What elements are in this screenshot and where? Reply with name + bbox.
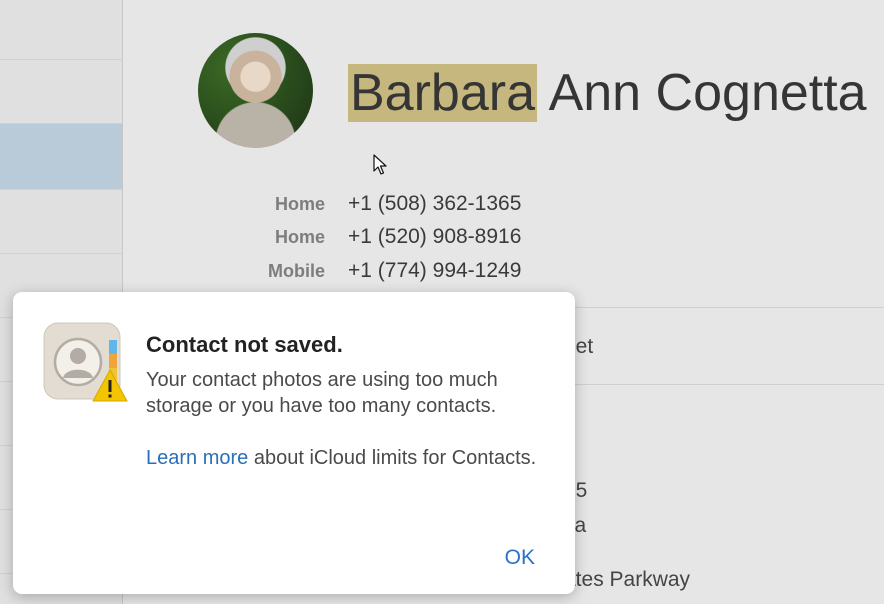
section-divider [563,307,884,308]
phone-row: Mobile +1 (774) 994-1249 [123,256,884,286]
limits-text: about iCloud limits for Contacts. [248,447,537,469]
phone-label: Home [274,194,325,214]
phone-row: Home +1 (520) 908-8916 [123,222,884,252]
section-divider [563,384,884,385]
contacts-app-warning-icon [43,322,128,402]
sidebar-row[interactable] [0,0,122,60]
sidebar-row[interactable] [0,60,122,124]
contact-photo[interactable] [198,33,313,148]
sidebar-row-selected[interactable] [0,124,122,190]
sidebar-row[interactable] [0,190,122,254]
phone-row: Home +1 (508) 362-1365 [123,189,884,219]
last-name: Ann Cognetta [548,64,867,122]
address-partial[interactable]: ates Parkway [564,568,690,592]
dialog-message: Your contact photos are using too much s… [146,369,498,417]
alert-dialog: Contact not saved. Your contact photos a… [13,292,575,594]
phone-value[interactable]: +1 (774) 994-1249 [348,256,521,286]
phone-value[interactable]: +1 (508) 362-1365 [348,189,521,219]
first-name-highlight: Barbara [348,64,537,122]
ok-button[interactable]: OK [505,546,535,570]
dialog-title: Contact not saved. [146,332,343,357]
phone-label: Home [274,227,325,247]
phone-label: Mobile [268,261,325,281]
dialog-limits-text: Learn more about iCloud limits for Conta… [146,445,556,471]
mouse-cursor-icon [373,154,387,175]
phone-value[interactable]: +1 (520) 908-8916 [348,222,521,252]
learn-more-link[interactable]: Learn more [146,447,248,469]
contact-name: Barbara Ann Cognetta [348,60,867,126]
